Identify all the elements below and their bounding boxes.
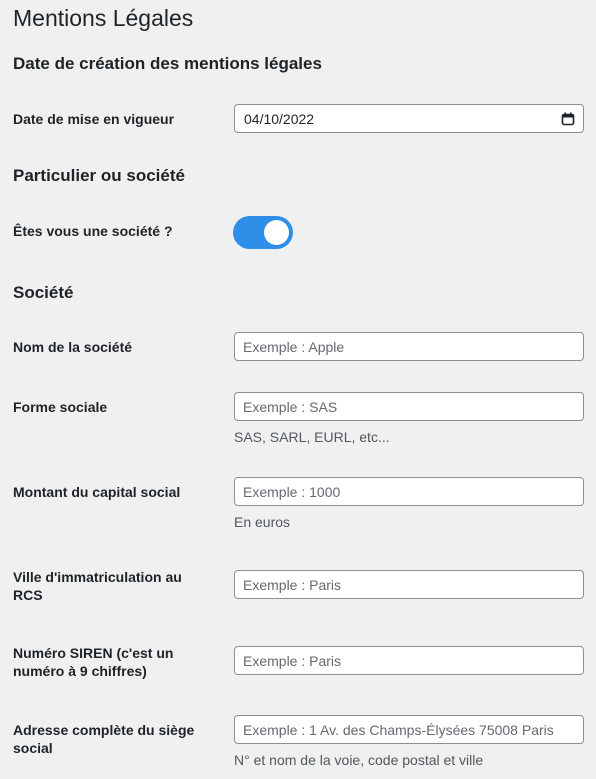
is-company-toggle[interactable] (233, 216, 293, 249)
legal-form-hint: SAS, SARL, EURL, etc... (234, 429, 390, 445)
page-title: Mentions Légales (13, 5, 194, 31)
effective-date-label: Date de mise en vigueur (13, 111, 175, 127)
legal-form-label: Forme sociale (13, 399, 108, 415)
is-company-label: Êtes vous une société ? (13, 223, 173, 239)
capital-label: Montant du capital social (13, 484, 181, 500)
address-label: Adresse complète du siège social (13, 722, 195, 756)
address-input[interactable] (234, 715, 584, 744)
effective-date-input[interactable]: 04/10/2022 (234, 104, 584, 133)
legal-form-input[interactable] (234, 392, 584, 421)
siren-input[interactable] (234, 646, 584, 675)
toggle-knob (264, 220, 289, 245)
company-name-label: Nom de la société (13, 339, 133, 355)
section-title-company: Société (13, 283, 74, 302)
capital-input[interactable] (234, 477, 584, 506)
address-hint: N° et nom de la voie, code postal et vil… (234, 752, 484, 768)
section-title-date: Date de création des mentions légales (13, 54, 322, 73)
rcs-city-label: Ville d'immatriculation au RCS (13, 569, 182, 603)
effective-date-value: 04/10/2022 (244, 110, 315, 127)
section-title-type: Particulier ou société (13, 166, 185, 185)
capital-hint: En euros (234, 514, 291, 530)
calendar-icon[interactable] (561, 112, 575, 126)
rcs-city-input[interactable] (234, 570, 584, 599)
company-name-input[interactable] (234, 332, 584, 361)
siren-label: Numéro SIREN (c'est un numéro à 9 chiffr… (13, 645, 174, 679)
